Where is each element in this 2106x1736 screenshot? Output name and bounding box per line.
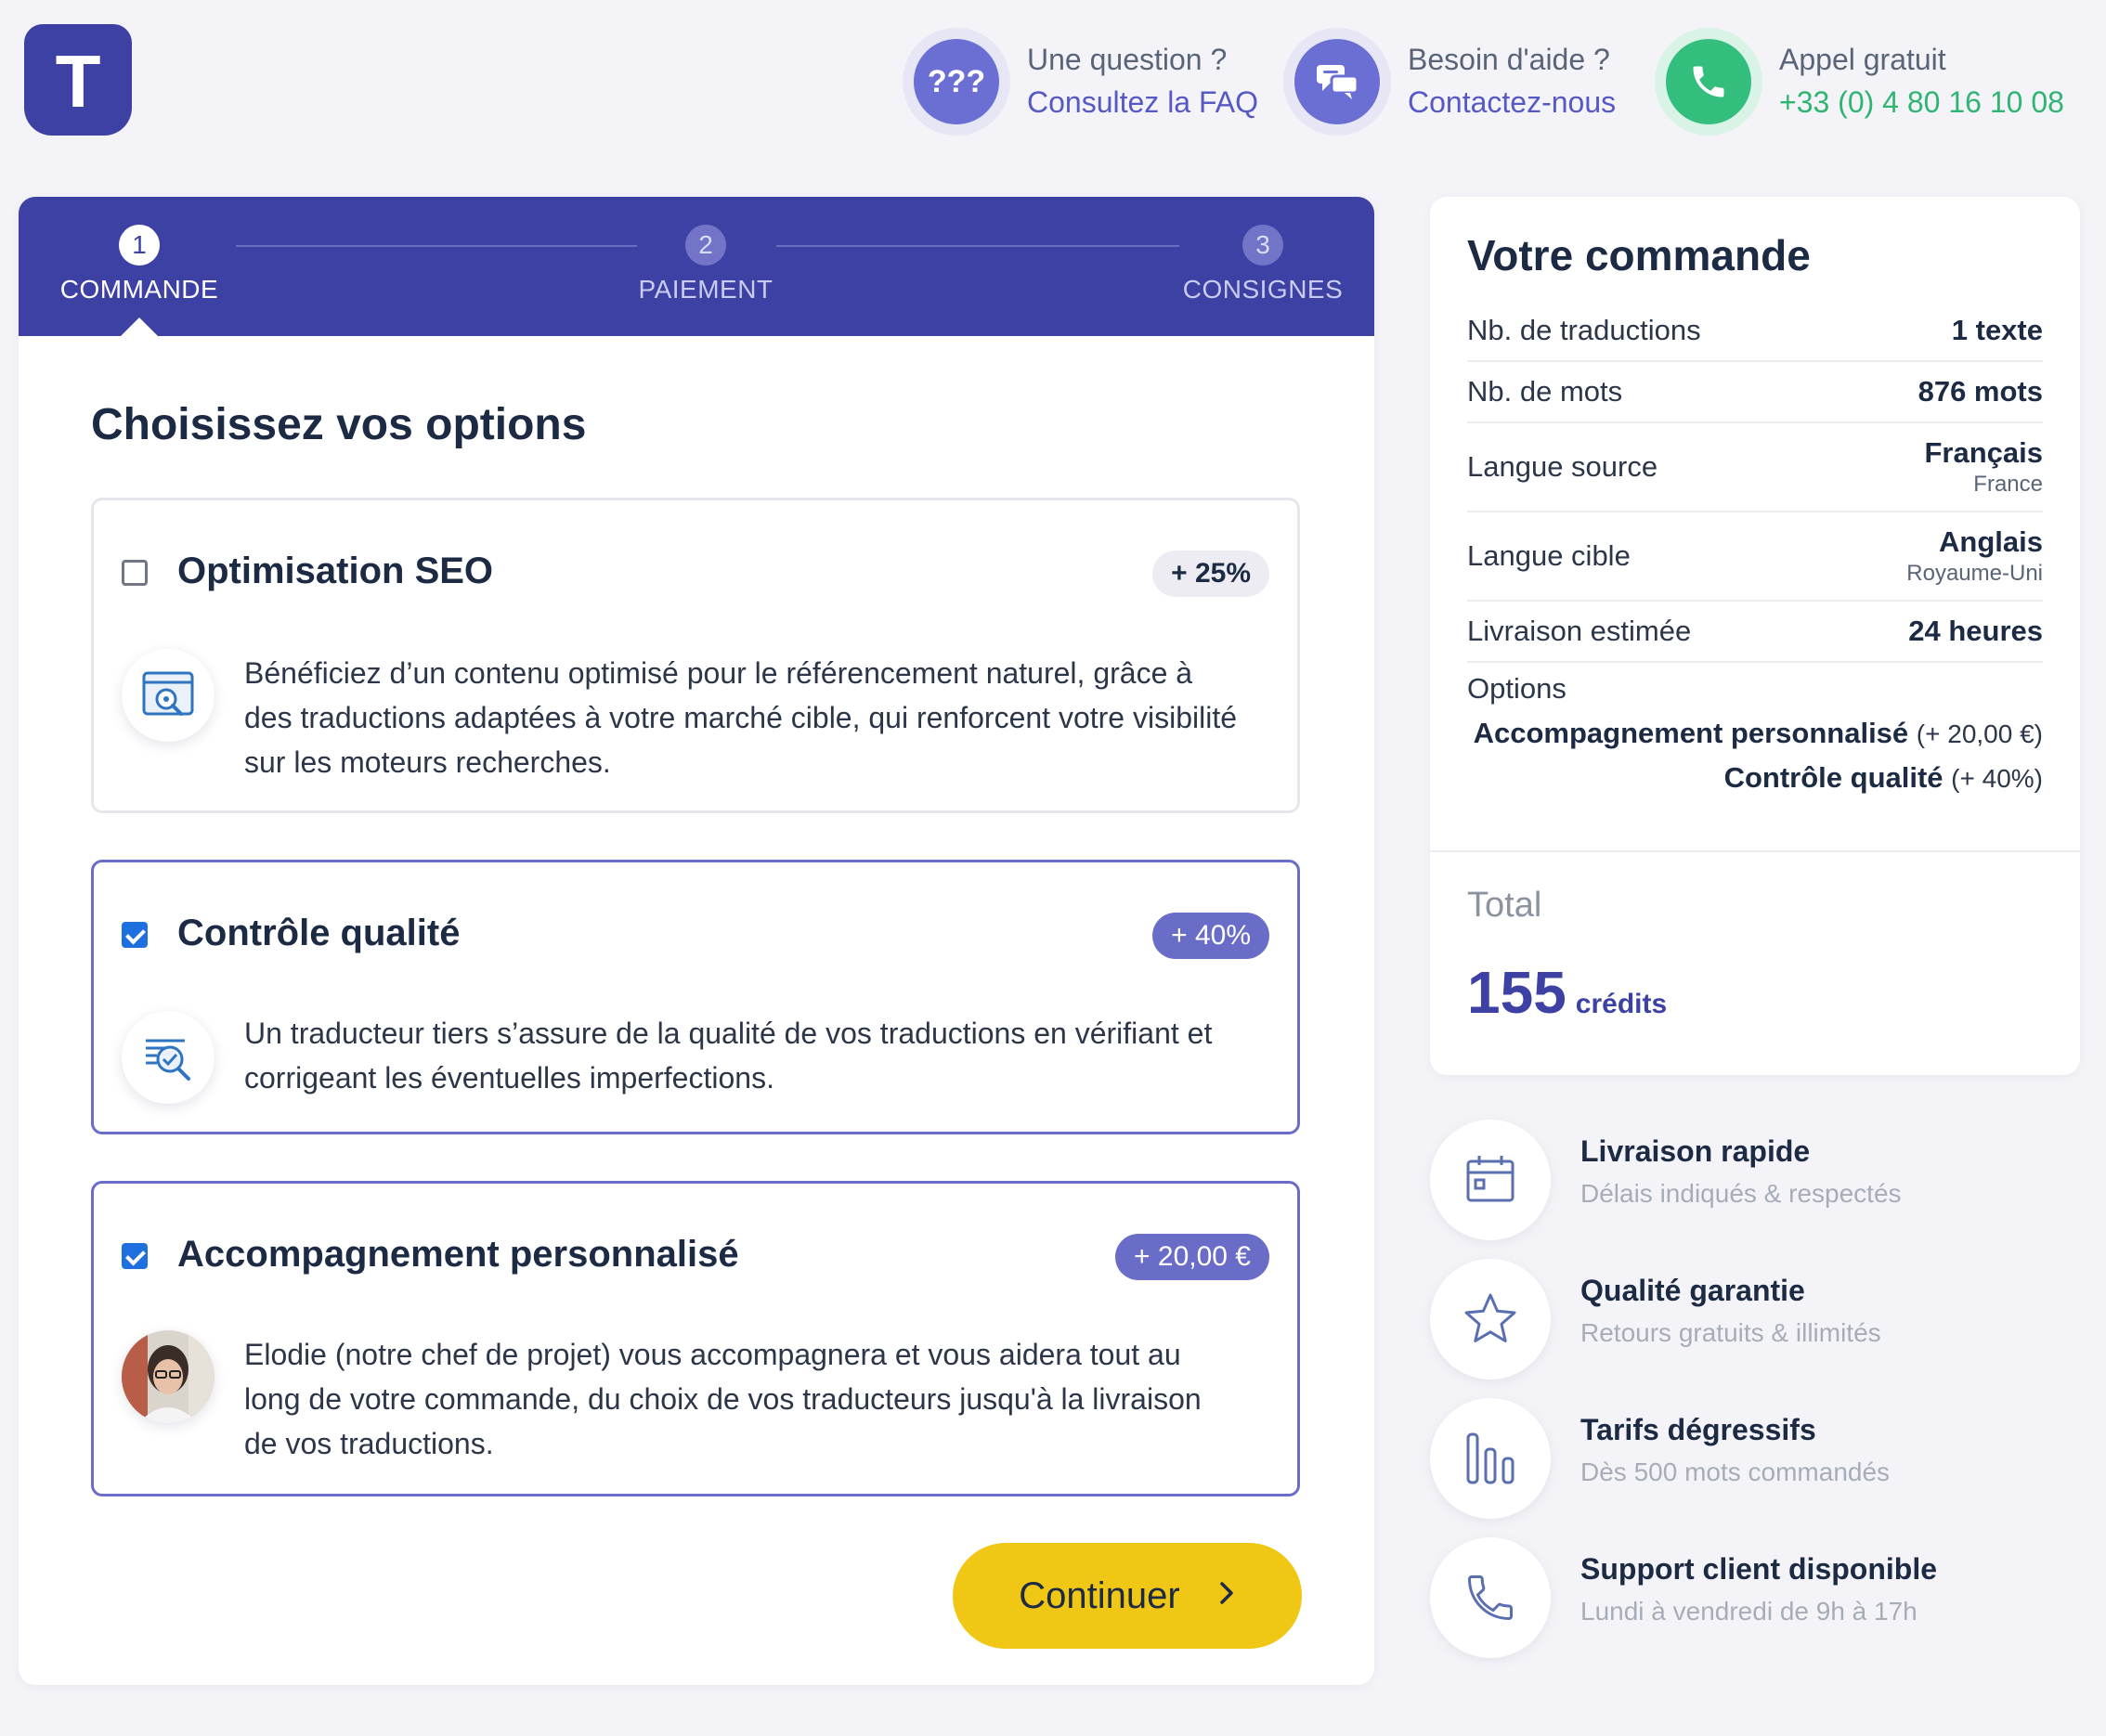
phone-number-link[interactable]: +33 (0) 4 80 16 10 08 — [1779, 80, 2064, 124]
feature-subtitle: Délais indiqués & respectés — [1580, 1179, 1902, 1208]
order-stepper: 1 COMMANDE 2 PAIEMENT 3 CONSIGNES — [19, 197, 1374, 336]
options-label: Options — [1467, 672, 1566, 705]
feature-subtitle: Retours gratuits & illimités — [1580, 1318, 1881, 1347]
faq-label: Une question ? — [1027, 43, 1228, 76]
option-title: Accompagnement personnalisé — [177, 1234, 739, 1275]
summary-row: Langue source Français France — [1467, 423, 2043, 512]
help-contact[interactable]: Besoin d'aide ? Contactez-nous — [1283, 28, 1616, 136]
feature-title: Qualité garantie — [1580, 1274, 1805, 1307]
summary-option: Accompagnement personnalisé (+ 20,00 €) — [1473, 717, 2043, 749]
option-title: Optimisation SEO — [177, 551, 494, 591]
price-badge: + 40% — [1152, 913, 1269, 959]
page-title: Choisissez vos options — [91, 400, 587, 449]
price-badge: + 20,00 € — [1115, 1234, 1269, 1280]
step-paiement[interactable]: 2 PAIEMENT — [613, 225, 799, 304]
help-label: Besoin d'aide ? — [1408, 43, 1610, 76]
step-consignes[interactable]: 3 CONSIGNES — [1170, 225, 1356, 304]
price-badge: + 25% — [1152, 551, 1269, 597]
option-title: Contrôle qualité — [177, 913, 461, 953]
feature-subtitle: Dès 500 mots commandés — [1580, 1457, 1891, 1486]
summary-row: Livraison estimée 24 heures — [1467, 602, 2043, 663]
feature-title: Livraison rapide — [1580, 1134, 1811, 1168]
summary-title: Votre commande — [1467, 231, 1811, 279]
option-seo-card[interactable]: Optimisation SEO + 25% Bénéficiez d’un c… — [91, 498, 1300, 813]
divider — [1430, 850, 2080, 852]
star-icon — [1430, 1259, 1551, 1380]
bar-chart-icon — [1430, 1398, 1551, 1519]
summary-option: Contrôle qualité (+ 40%) — [1723, 761, 2043, 794]
quality-check-icon — [122, 1011, 214, 1104]
logo-letter: T — [55, 40, 101, 123]
phone-icon — [1655, 28, 1762, 136]
brand-logo[interactable]: T — [24, 24, 132, 136]
total-label: Total — [1467, 886, 1542, 925]
call-label: Appel gratuit — [1779, 43, 1946, 76]
summary-row: Langue cible Anglais Royaume-Uni — [1467, 512, 2043, 602]
chevron-right-icon — [1217, 1578, 1236, 1614]
option-quality-checkbox[interactable] — [122, 922, 148, 948]
continue-button[interactable]: Continuer — [953, 1543, 1302, 1649]
chat-bubbles-icon — [1283, 28, 1391, 136]
option-seo-checkbox[interactable] — [122, 560, 148, 586]
help-link[interactable]: Contactez-nous — [1408, 80, 1616, 124]
feature-pricing: Tarifs dégressifs Dès 500 mots commandés — [1430, 1398, 2080, 1519]
order-summary: Votre commande Nb. de traductions 1 text… — [1430, 197, 2080, 1075]
summary-row: Nb. de mots 876 mots — [1467, 362, 2043, 423]
feature-support: Support client disponible Lundi à vendre… — [1430, 1537, 2080, 1658]
question-marks-icon: ??? — [903, 28, 1010, 136]
option-support-checkbox[interactable] — [122, 1243, 148, 1269]
feature-quality: Qualité garantie Retours gratuits & illi… — [1430, 1259, 2080, 1380]
faq-link[interactable]: Consultez la FAQ — [1027, 80, 1258, 124]
feature-title: Tarifs dégressifs — [1580, 1413, 1816, 1446]
option-support-card[interactable]: Accompagnement personnalisé + 20,00 € El… — [91, 1181, 1300, 1496]
step-commande[interactable]: 1 COMMANDE — [56, 225, 223, 304]
call-contact[interactable]: Appel gratuit +33 (0) 4 80 16 10 08 — [1655, 28, 2064, 136]
active-step-caret — [121, 317, 158, 336]
project-manager-avatar — [122, 1330, 214, 1423]
feature-title: Support client disponible — [1580, 1552, 1937, 1586]
options-card: 1 COMMANDE 2 PAIEMENT 3 CONSIGNES Choisi… — [19, 197, 1374, 1685]
summary-row: Nb. de traductions 1 texte — [1467, 301, 2043, 362]
option-description: Elodie (notre chef de projet) vous accom… — [244, 1338, 1202, 1460]
total-value: 155 crédits — [1467, 959, 1668, 1026]
phone-icon — [1430, 1537, 1551, 1658]
continue-label: Continuer — [1019, 1574, 1180, 1616]
feature-fast-delivery: Livraison rapide Délais indiqués & respe… — [1430, 1120, 2080, 1240]
feature-subtitle: Lundi à vendredi de 9h à 17h — [1580, 1597, 1918, 1626]
step-connector — [236, 245, 637, 247]
calendar-icon — [1430, 1120, 1551, 1240]
option-description: Un traducteur tiers s’assure de la quali… — [244, 1017, 1213, 1095]
option-quality-card[interactable]: Contrôle qualité + 40% Un traducteur tie… — [91, 860, 1300, 1134]
seo-search-icon — [122, 649, 214, 742]
faq-contact[interactable]: ??? Une question ? Consultez la FAQ — [903, 28, 1258, 136]
option-description: Bénéficiez d’un contenu optimisé pour le… — [244, 656, 1237, 779]
step-connector — [776, 245, 1179, 247]
